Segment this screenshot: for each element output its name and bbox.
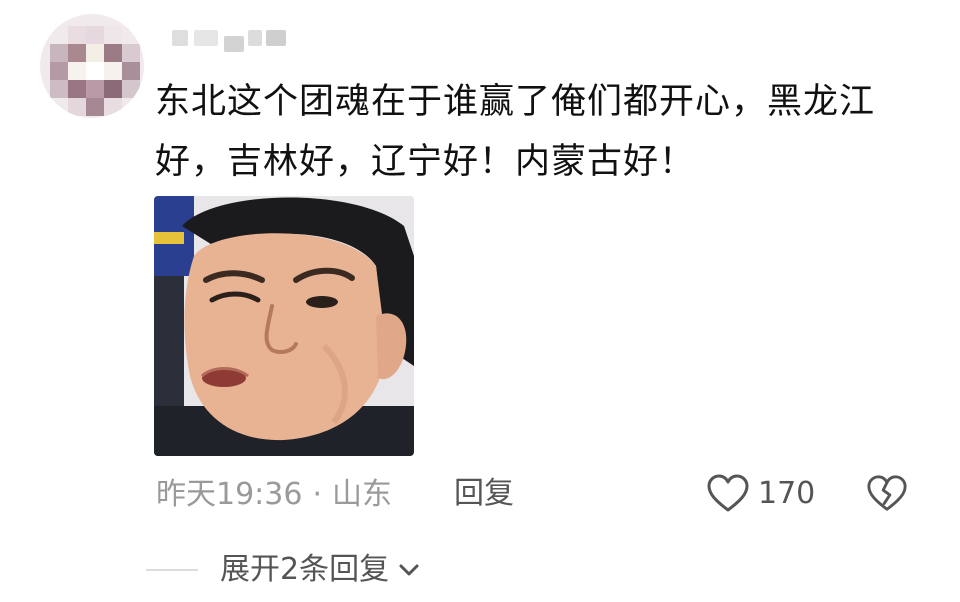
comment-time: 昨天19:36 [156,476,303,512]
comment-image[interactable] [154,196,414,456]
comment-text: 东北这个团魂在于谁赢了俺们都开心，黑龙江好，吉林好，辽宁好！内蒙古好！ [155,82,876,182]
meta-separator: · [312,476,323,512]
like-button[interactable]: 170 [706,472,815,516]
expand-replies-button[interactable]: 展开2条回复 [220,548,421,592]
reply-button[interactable]: 回复 [454,472,514,516]
meme-face-illustration [154,196,414,456]
broken-heart-icon [867,475,907,511]
dislike-button[interactable] [866,474,908,514]
user-avatar[interactable] [40,14,144,118]
username-blurred[interactable] [172,26,292,54]
expand-replies-row: 展开2条回复 [146,548,421,592]
comment-location: 山东 [332,476,393,512]
comment-meta: 昨天19:36 · 山东 [156,472,392,516]
heart-icon [707,474,749,512]
like-count: 170 [758,476,816,511]
chevron-down-icon [399,564,419,576]
expand-replies-label: 展开2条回复 [220,552,390,587]
divider-line [146,569,198,571]
